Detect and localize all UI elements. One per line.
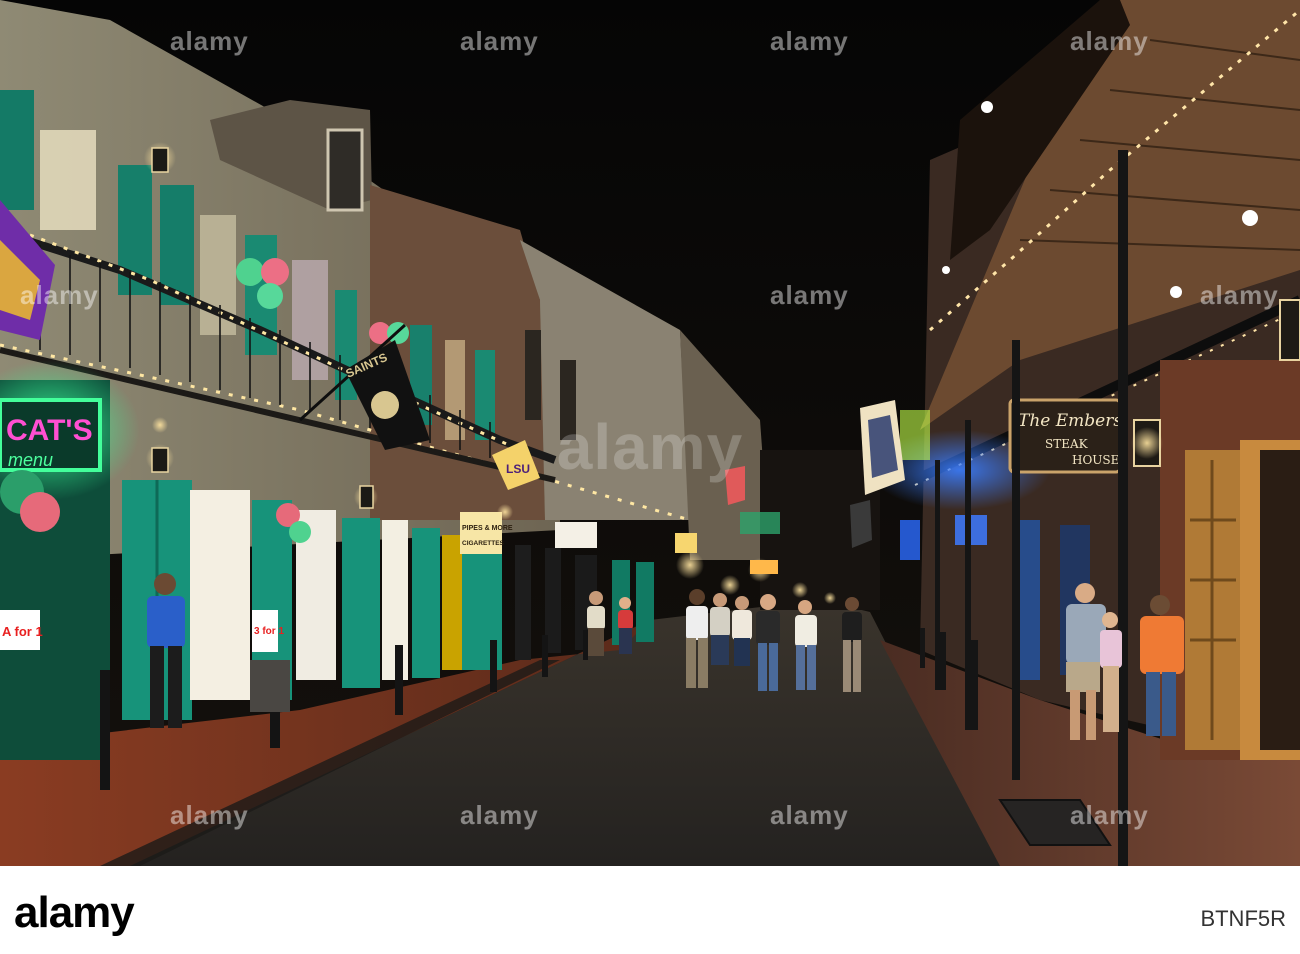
pipes-sign-text: PIPES & MORE (462, 525, 513, 532)
stock-footer-bar: alamy BTNF5R (0, 866, 1300, 954)
trash-can (250, 660, 290, 712)
shop-sign (460, 512, 502, 554)
distant-flag (725, 466, 745, 505)
alamy-logo: alamy (14, 888, 135, 937)
distant-sign (675, 533, 697, 553)
green-shutter (636, 562, 654, 642)
upper-window (40, 130, 96, 230)
cigarettes-sign-text: CIGARETTES (462, 540, 505, 547)
promo-sign-text: 3 for 1 (254, 626, 284, 637)
lantern (359, 485, 374, 509)
green-shutter (342, 518, 380, 688)
promo-sign-left-text: A for 1 (2, 624, 43, 639)
distant-sign (750, 560, 778, 574)
upper-window (560, 360, 576, 440)
lantern-glow (1131, 427, 1163, 459)
wall-lantern (1279, 299, 1300, 361)
open-doorway (190, 490, 250, 700)
upper-shutter (0, 90, 34, 210)
distant-flag (850, 500, 872, 548)
embers-sign-title: The Embers (1018, 411, 1122, 431)
green-shutter (412, 528, 440, 678)
yellow-door (442, 535, 462, 670)
dark-door (515, 545, 531, 660)
door-interior (1260, 450, 1300, 750)
blue-lit-door (1020, 520, 1040, 680)
blue-neon-sign (900, 520, 920, 560)
night-street-scene: CAT'S menu PIPES & MORE CIGARETTES A for… (0, 0, 1300, 866)
street-photo: CAT'S menu PIPES & MORE CIGARETTES A for… (0, 0, 1300, 866)
upper-window (525, 330, 541, 420)
embers-sign-steak: STEAK (1045, 437, 1089, 451)
lantern (151, 147, 169, 173)
lantern (151, 447, 169, 473)
lsu-flag-text: LSU (506, 462, 530, 476)
gifts-sign (555, 522, 597, 548)
image-id: BTNF5R (1200, 906, 1286, 931)
saints-helmet-emblem (371, 391, 399, 419)
neon-accent (900, 410, 930, 460)
distant-green-balcony (740, 512, 780, 534)
dormer-window (326, 128, 364, 212)
person-walker (587, 591, 605, 656)
neon-cats-sign: CAT'S (6, 414, 93, 447)
embers-sign-house: HOUSE (1072, 453, 1119, 467)
neon-script-sign: menu (8, 450, 53, 470)
